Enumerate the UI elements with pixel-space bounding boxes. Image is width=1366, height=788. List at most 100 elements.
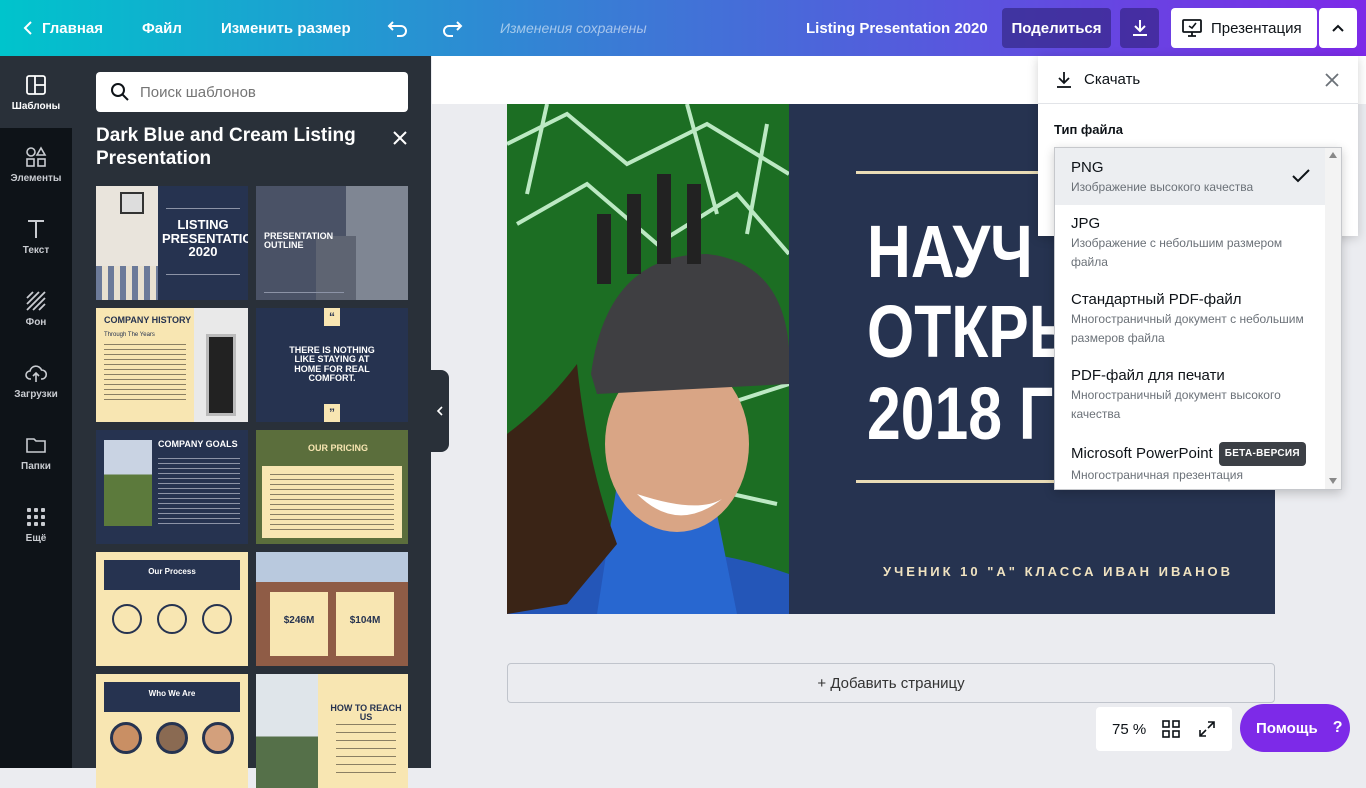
option-title: JPG [1071, 215, 1101, 232]
nav-background[interactable]: Фон [0, 272, 72, 344]
template-thumb-5[interactable]: COMPANY GOALS [96, 430, 248, 544]
option-description: Многостраничная презентация [1071, 468, 1244, 482]
nav-more[interactable]: Ещё [0, 488, 72, 560]
photo-illustration [507, 104, 789, 614]
thumb-title: OUR PRICING [308, 443, 369, 453]
close-icon[interactable] [390, 128, 410, 148]
collapse-panel-handle[interactable] [431, 370, 449, 452]
search-icon [111, 83, 129, 101]
option-title: Microsoft PowerPoint [1071, 445, 1213, 462]
option-description: Многостраничный документ с небольшим раз… [1071, 312, 1304, 345]
option-powerpoint[interactable]: Microsoft PowerPoint БЕТА-ВЕРСИЯ Многостр… [1055, 442, 1327, 489]
add-page-button[interactable]: + Добавить страницу [507, 663, 1275, 703]
thumb-subtitle: Through The Years [104, 332, 155, 338]
nav-uploads[interactable]: Загрузки [0, 344, 72, 416]
more-grid-icon [27, 507, 45, 526]
download-icon [1057, 71, 1071, 88]
help-label: Помощь [1256, 719, 1318, 737]
templates-panel: Dark Blue and Cream Listing Presentation… [72, 56, 431, 788]
present-screen-icon [1182, 19, 1202, 37]
nav-uploads-label: Загрузки [14, 388, 58, 400]
check-icon [1292, 169, 1310, 183]
zoom-level[interactable]: 75 % [1112, 721, 1146, 738]
search-input[interactable] [140, 83, 390, 101]
chevron-left-icon [436, 406, 443, 416]
template-thumb-6[interactable]: OUR PRICING [256, 430, 408, 544]
dropdown-scrollbar[interactable] [1325, 148, 1341, 489]
undo-button[interactable] [387, 0, 409, 56]
thumb-title: PRESENTATION OUTLINE [264, 231, 334, 251]
save-status: Изменения сохранены [500, 20, 647, 36]
slide-photo[interactable] [507, 104, 789, 614]
quote-open-icon: “ [324, 308, 340, 326]
template-thumb-4[interactable]: “ THERE IS NOTHING LIKE STAYING AT HOME … [256, 308, 408, 422]
templates-icon [26, 74, 46, 95]
upload-cloud-icon [25, 364, 48, 382]
thumb-title: THERE IS NOTHING LIKE STAYING AT HOME FO… [289, 345, 375, 384]
present-button[interactable]: Презентация [1171, 8, 1317, 48]
option-title: Стандартный PDF-файл [1071, 291, 1242, 308]
close-icon[interactable] [1324, 72, 1340, 88]
option-jpg[interactable]: JPG Изображение с небольшим размером фай… [1055, 214, 1327, 284]
download-button[interactable] [1120, 8, 1159, 48]
download-icon [1132, 20, 1147, 36]
resize-button[interactable]: Изменить размер [221, 0, 351, 56]
slide-heading-line-3[interactable]: 2018 Г [867, 374, 1053, 454]
thumb-photo [96, 186, 158, 300]
home-label: Главная [42, 19, 104, 37]
option-pdf-standard[interactable]: Стандартный PDF-файл Многостраничный док… [1055, 290, 1327, 360]
download-panel-title: Скачать [1084, 71, 1141, 88]
option-title: PNG [1071, 159, 1104, 176]
nav-folders[interactable]: Папки [0, 416, 72, 488]
quote-close-icon: ” [324, 404, 340, 422]
scroll-up-arrow-icon[interactable] [1329, 152, 1337, 158]
grid-view-icon[interactable] [1162, 720, 1181, 738]
option-png[interactable]: PNG Изображение высокого качества [1055, 148, 1327, 205]
scroll-down-arrow-icon[interactable] [1329, 478, 1337, 484]
template-search[interactable] [96, 72, 408, 112]
nav-elements[interactable]: Элементы [0, 128, 72, 200]
template-thumb-3[interactable]: COMPANY HISTORY Through The Years [96, 308, 248, 422]
elements-icon [26, 145, 47, 167]
template-thumb-7[interactable]: Our Process [96, 552, 248, 666]
background-icon [26, 290, 46, 311]
zoom-controls: 75 % [1096, 707, 1232, 751]
document-title[interactable]: Listing Presentation 2020 [806, 0, 988, 56]
thumb-title: COMPANY GOALS [158, 439, 238, 449]
nav-templates-label: Шаблоны [11, 100, 61, 112]
canvas-scrollbar[interactable] [1357, 104, 1366, 768]
help-button[interactable]: Помощь ? [1240, 704, 1350, 752]
file-menu-button[interactable]: Файл [142, 0, 182, 56]
thumb-price-2: $104M [349, 615, 381, 626]
fullscreen-icon[interactable] [1198, 720, 1216, 738]
file-type-label: Тип файла [1054, 122, 1123, 137]
present-options-button[interactable] [1319, 8, 1357, 48]
option-pdf-print[interactable]: PDF-файл для печати Многостраничный доку… [1055, 366, 1327, 436]
thumb-title: COMPANY HISTORY [104, 315, 192, 325]
template-thumb-8[interactable]: $246M $104M [256, 552, 408, 666]
template-thumb-2[interactable]: PRESENTATION OUTLINE [256, 186, 408, 300]
redo-icon [443, 21, 463, 37]
nav-background-label: Фон [25, 316, 47, 328]
template-thumb-9[interactable]: Who We Are [96, 674, 248, 788]
nav-more-label: Ещё [25, 532, 47, 544]
redo-button[interactable] [441, 0, 463, 56]
home-button[interactable]: Главная [22, 0, 103, 56]
slide-author[interactable]: УЧЕНИК 10 "А" КЛАССА ИВАН ИВАНОВ [863, 564, 1253, 579]
side-navigation: Шаблоны Элементы Текст Фон Загрузки Папк… [0, 56, 72, 768]
slide-heading-line-1[interactable]: НАУЧ [867, 212, 1033, 292]
text-icon [28, 219, 44, 238]
template-thumb-10[interactable]: HOW TO REACH US [256, 674, 408, 788]
file-type-dropdown[interactable]: PNG Изображение высокого качества JPG Из… [1054, 147, 1342, 490]
nav-templates[interactable]: Шаблоны [0, 56, 72, 128]
template-thumb-1[interactable]: LISTING PRESENTATION 2020 [96, 186, 248, 300]
present-label: Презентация [1211, 19, 1302, 37]
chevron-left-icon [23, 21, 32, 35]
option-title: PDF-файл для печати [1071, 367, 1225, 384]
nav-folders-label: Папки [21, 460, 51, 472]
nav-elements-label: Элементы [10, 172, 62, 184]
nav-text[interactable]: Текст [0, 200, 72, 272]
share-button[interactable]: Поделиться [1002, 8, 1111, 48]
thumb-price-1: $246M [283, 615, 315, 626]
folder-icon [26, 437, 46, 453]
